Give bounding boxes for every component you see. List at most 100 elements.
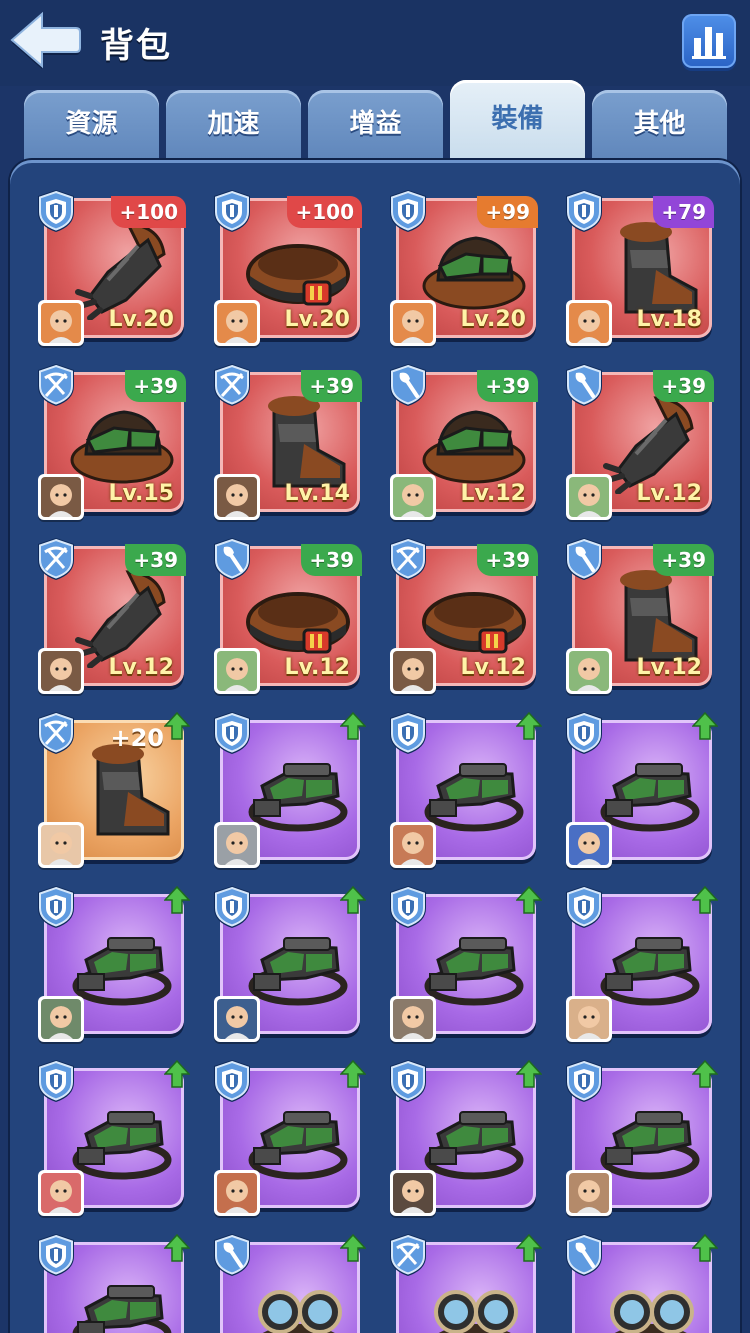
equipment-item[interactable]: +79 Lv.18 (566, 190, 714, 346)
bonus-badge: +39 (653, 370, 714, 402)
hero-avatar (390, 474, 436, 520)
equipment-item[interactable] (38, 885, 191, 1042)
hero-avatar (214, 648, 260, 694)
equipment-item[interactable]: +39 Lv.12 (566, 364, 714, 520)
item-level: Lv.14 (284, 481, 350, 506)
upgrade-arrow-icon (163, 1233, 191, 1262)
equipment-item[interactable] (566, 711, 719, 868)
upgrade-arrow-icon (515, 1233, 543, 1262)
belt-icon (244, 568, 352, 668)
equipment-item[interactable] (566, 1059, 719, 1216)
bar-chart-icon[interactable] (682, 14, 736, 68)
upgrade-arrow-icon (163, 885, 191, 914)
item-level: Lv.12 (284, 655, 350, 680)
tab-resources[interactable]: 資源 (24, 90, 159, 162)
equipment-item[interactable]: +20 (38, 711, 191, 868)
goggles-icon (244, 916, 352, 1016)
upgrade-arrow-icon (691, 1233, 719, 1262)
hero-avatar (566, 300, 612, 346)
bonus-badge: +39 (477, 544, 538, 576)
goggles-icon (596, 916, 704, 1016)
hero-avatar (390, 1170, 436, 1216)
crossbow-badge-icon (34, 536, 78, 582)
equipment-item[interactable] (38, 1059, 191, 1216)
upgrade-arrow-icon (339, 1059, 367, 1088)
equipment-item[interactable] (566, 885, 719, 1042)
shield-badge-icon (562, 710, 606, 756)
crossbow-badge-icon (34, 710, 78, 756)
shield-badge-icon (210, 188, 254, 234)
shield-badge-icon (210, 884, 254, 930)
hero-avatar (566, 1170, 612, 1216)
equipment-item[interactable] (214, 885, 367, 1042)
equipment-item[interactable] (390, 1233, 543, 1333)
hero-avatar (390, 822, 436, 868)
equipment-item[interactable] (390, 885, 543, 1042)
shovel-badge-icon (210, 536, 254, 582)
shovel-badge-icon (562, 536, 606, 582)
tab-equipment[interactable]: 裝備 (450, 80, 585, 162)
tab-boosts[interactable]: 增益 (308, 90, 443, 162)
equipment-item[interactable]: +100 Lv.20 (38, 190, 186, 346)
top-bar: 背包 (0, 0, 750, 86)
goggles-icon (596, 1090, 704, 1190)
equipment-item[interactable]: +39 Lv.12 (390, 538, 538, 694)
equipment-item[interactable] (38, 1233, 191, 1333)
equipment-item[interactable]: +39 Lv.12 (38, 538, 186, 694)
shield-badge-icon (562, 1058, 606, 1104)
goggles-icon (596, 742, 704, 842)
tab-other[interactable]: 其他 (592, 90, 727, 162)
hero-avatar (566, 648, 612, 694)
shovel-badge-icon (210, 1232, 254, 1278)
belt-icon (420, 568, 528, 668)
equipment-item[interactable] (214, 1059, 367, 1216)
item-level: Lv.12 (636, 481, 702, 506)
hero-avatar (390, 996, 436, 1042)
equipment-item[interactable]: +99 Lv.20 (390, 190, 538, 346)
belt-icon (244, 220, 352, 320)
hero-avatar (38, 474, 84, 520)
gauntlet-icon (596, 394, 704, 495)
equipment-item[interactable]: +39 Lv.15 (38, 364, 186, 520)
boot-icon (596, 220, 704, 320)
bonus-badge: +100 (111, 196, 186, 228)
upgrade-arrow-icon (515, 711, 543, 740)
shield-badge-icon (386, 1058, 430, 1104)
hero-avatar (214, 300, 260, 346)
bonus-badge: +79 (653, 196, 714, 228)
equipment-item[interactable] (214, 1233, 367, 1333)
goggles-hat-icon (68, 394, 176, 494)
upgrade-arrow-icon (515, 885, 543, 914)
upgrade-arrow-icon (691, 1059, 719, 1088)
equipment-item[interactable]: +39 Lv.12 (390, 364, 538, 520)
hero-avatar (390, 300, 436, 346)
shield-badge-icon (386, 884, 430, 930)
shield-badge-icon (386, 710, 430, 756)
back-arrow-icon[interactable] (8, 10, 82, 70)
inventory-grid: +100 Lv.20 +100 Lv.20 +99 Lv.20 +79 Lv.18 +39 Lv.… (10, 160, 740, 1333)
bonus-badge: +100 (287, 196, 362, 228)
hero-avatar (214, 996, 260, 1042)
hero-avatar (214, 822, 260, 868)
equipment-item[interactable]: +39 Lv.12 (214, 538, 362, 694)
boot-icon (244, 394, 352, 494)
shield-badge-icon (34, 1232, 78, 1278)
goggles-icon (420, 742, 528, 842)
bonus-badge: +39 (125, 370, 186, 402)
goggles-icon (68, 916, 176, 1016)
item-level: Lv.18 (636, 307, 702, 332)
round-goggles-icon (420, 1264, 528, 1333)
equipment-item[interactable]: +100 Lv.20 (214, 190, 362, 346)
tab-speedups[interactable]: 加速 (166, 90, 301, 162)
equipment-item[interactable]: +39 Lv.14 (214, 364, 362, 520)
goggles-hat-icon (420, 394, 528, 494)
equipment-item[interactable] (390, 1059, 543, 1216)
goggles-icon (420, 916, 528, 1016)
shovel-badge-icon (562, 1232, 606, 1278)
crossbow-badge-icon (386, 1232, 430, 1278)
shield-badge-icon (210, 1058, 254, 1104)
equipment-item[interactable] (214, 711, 367, 868)
equipment-item[interactable] (566, 1233, 719, 1333)
equipment-item[interactable]: +39 Lv.12 (566, 538, 714, 694)
equipment-item[interactable] (390, 711, 543, 868)
